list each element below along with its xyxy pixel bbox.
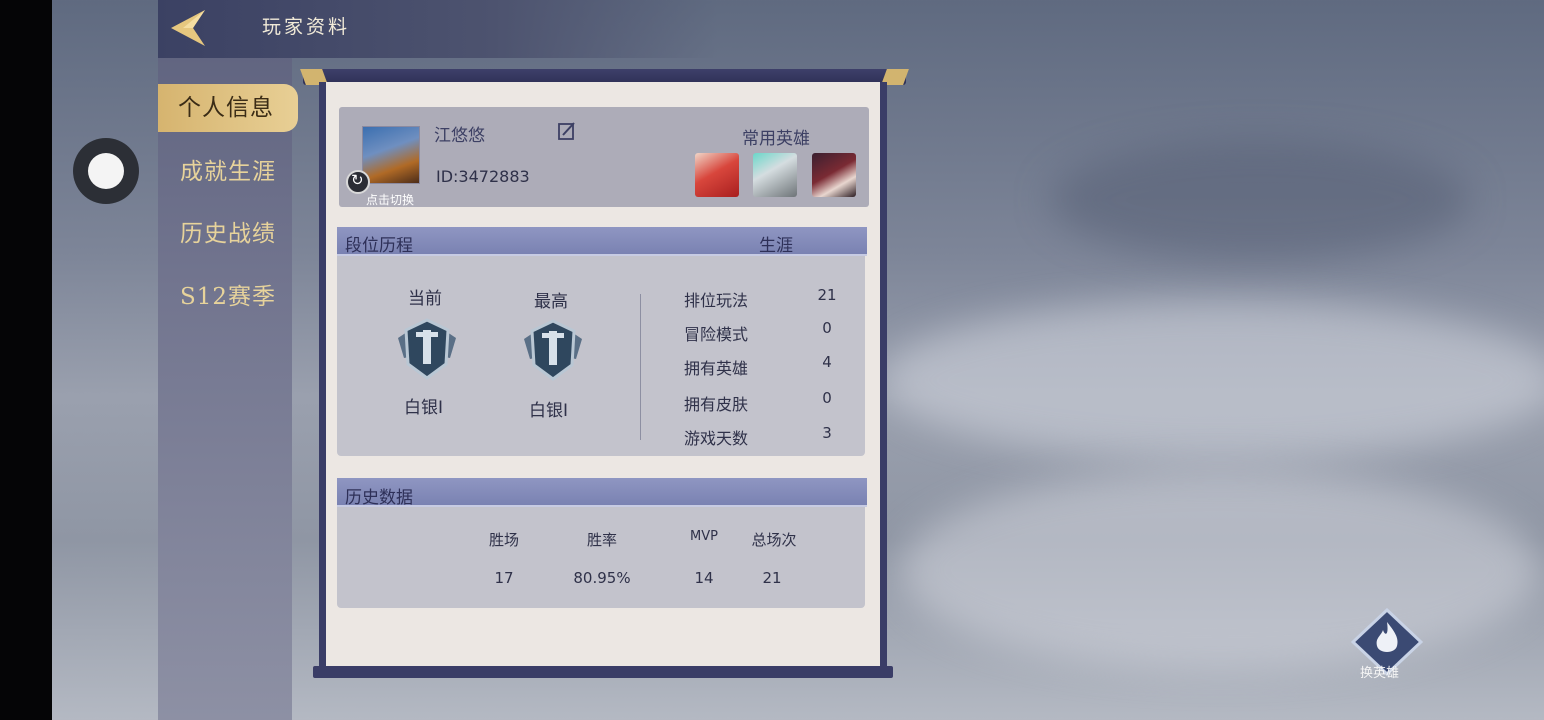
player-name: 江悠悠 xyxy=(434,126,485,146)
common-hero-avatar[interactable] xyxy=(695,153,739,197)
stat-value: 3 xyxy=(822,424,832,442)
screen-edge xyxy=(0,0,52,720)
stat-value: 0 xyxy=(822,319,832,337)
history-value-mvp: 14 xyxy=(694,569,714,587)
history-value-total: 21 xyxy=(762,569,782,587)
sidebar-item-personal-info[interactable]: 个人信息 xyxy=(158,84,298,132)
stat-label: 冒险模式 xyxy=(684,325,749,344)
history-value-wins: 17 xyxy=(494,569,514,587)
sidebar-item-achievements[interactable]: 成就生涯 xyxy=(160,148,300,196)
common-heroes-label: 常用英雄 xyxy=(742,129,810,149)
current-rank-name: 白银I xyxy=(404,398,444,418)
stat-label: 拥有皮肤 xyxy=(684,395,749,414)
common-hero-avatar[interactable] xyxy=(753,153,797,197)
background-cloud xyxy=(900,470,1540,670)
highest-rank-label: 最高 xyxy=(534,292,568,312)
history-header-winrate: 胜率 xyxy=(586,531,617,549)
page-title: 玩家资料 xyxy=(262,16,351,38)
history-value-winrate: 80.95% xyxy=(573,569,631,587)
stat-label: 游戏天数 xyxy=(684,429,749,448)
back-arrow-icon xyxy=(171,10,205,46)
rank-divider xyxy=(640,294,641,440)
sidebar-item-match-history[interactable]: 历史战绩 xyxy=(160,210,300,258)
highest-rank-name: 白银I xyxy=(529,401,569,421)
back-button[interactable] xyxy=(165,6,211,50)
rank-section-header: 段位历程 生涯 xyxy=(337,227,867,256)
player-avatar[interactable] xyxy=(362,126,420,184)
history-section-body xyxy=(337,507,865,608)
switch-hero-label: 换英雄 xyxy=(1360,666,1400,681)
history-header-total: 总场次 xyxy=(751,531,797,549)
current-rank-label: 当前 xyxy=(408,289,442,309)
floating-assistive-button[interactable] xyxy=(73,138,139,204)
rank-section-title: 段位历程 xyxy=(345,236,413,256)
stat-label: 排位玩法 xyxy=(684,291,749,310)
career-tab[interactable]: 生涯 xyxy=(759,231,793,256)
stat-label: 拥有英雄 xyxy=(684,359,749,378)
common-hero-avatar[interactable] xyxy=(812,153,856,197)
stat-value: 21 xyxy=(817,286,837,304)
background-cloud xyxy=(1050,140,1470,260)
panel-bottom-frame xyxy=(313,666,893,678)
edit-icon[interactable] xyxy=(557,121,577,141)
sidebar-item-season[interactable]: S12赛季 xyxy=(160,273,300,321)
background-cloud xyxy=(880,300,1544,460)
assistive-dot-icon xyxy=(88,153,124,189)
history-section-header: 历史数据 xyxy=(337,478,867,508)
history-header-mvp: MVP xyxy=(690,529,718,544)
silver-rank-badge-icon xyxy=(524,319,582,381)
stat-value: 0 xyxy=(822,389,832,407)
history-section-title: 历史数据 xyxy=(345,488,413,508)
silver-rank-badge-icon xyxy=(398,318,456,380)
top-bar xyxy=(158,0,718,58)
stat-value: 4 xyxy=(822,353,832,371)
player-id: ID:3472883 xyxy=(436,167,530,186)
history-header-wins: 胜场 xyxy=(488,531,519,549)
avatar-switch-hint: 点击切换 xyxy=(366,193,415,207)
